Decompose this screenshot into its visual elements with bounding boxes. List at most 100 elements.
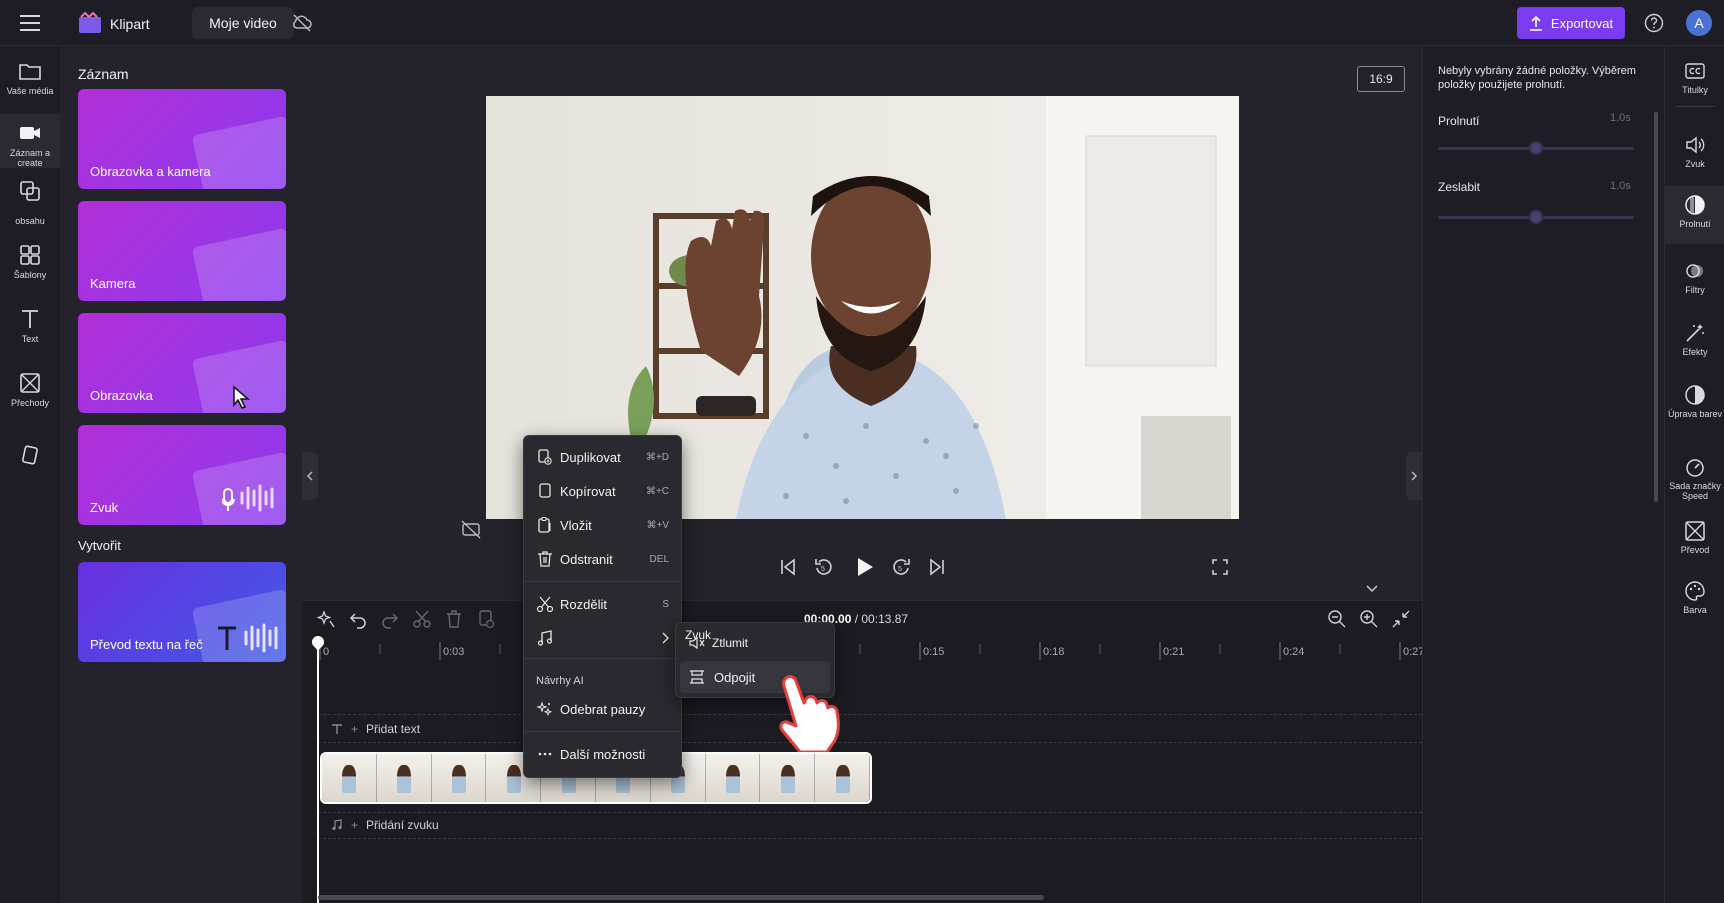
- fullscreen-icon[interactable]: [1209, 556, 1231, 578]
- undo-icon[interactable]: [347, 608, 369, 630]
- clip-thumbnail: [815, 754, 870, 802]
- cloud-offline-icon[interactable]: [291, 13, 313, 33]
- rewind-5s-icon[interactable]: 5: [813, 556, 835, 578]
- palette-icon: [1685, 581, 1705, 601]
- rail-item-filters[interactable]: Filtry: [1665, 260, 1724, 295]
- menu-item-label: Rozdělit: [560, 596, 607, 612]
- menu-item-label: Odstranit: [560, 551, 613, 567]
- nav-item-content-library[interactable]: obsahu: [0, 180, 60, 226]
- nav-item-transitions[interactable]: Přechody: [0, 372, 60, 408]
- properties-scrollbar[interactable]: [1654, 112, 1658, 502]
- clip-thumbnail: [431, 754, 487, 802]
- trash-icon: [538, 551, 552, 567]
- add-text-track[interactable]: + Přidat text: [331, 722, 420, 736]
- card-screen[interactable]: Obrazovka: [78, 313, 286, 413]
- card-audio[interactable]: Zvuk: [78, 425, 286, 525]
- nav-label: Záznam a create: [9, 148, 51, 168]
- folder-icon: [19, 64, 41, 80]
- rail-item-captions[interactable]: Titulky: [1665, 60, 1724, 95]
- zoom-out-icon[interactable]: [1326, 608, 1348, 630]
- fade-out-label: Zeslabit: [1438, 180, 1481, 194]
- card-label: Kamera: [90, 276, 136, 291]
- menu-item-shortcut: ⌘+V: [646, 519, 669, 531]
- nav-item-record-create[interactable]: Záznam a create: [0, 114, 60, 168]
- export-button[interactable]: Exportovat: [1517, 7, 1625, 39]
- copy-icon: [539, 483, 551, 498]
- captions-icon: [1685, 63, 1705, 79]
- nav-item-your-media[interactable]: Vaše média: [0, 60, 60, 96]
- clip-thumbnail: [760, 754, 816, 802]
- cursor-icon: [233, 385, 251, 409]
- redo-icon[interactable]: [379, 608, 401, 630]
- aspect-ratio-button[interactable]: 16:9: [1357, 66, 1405, 92]
- collapse-timeline-icon[interactable]: [1360, 582, 1384, 596]
- fit-timeline-icon[interactable]: [1390, 608, 1412, 630]
- menu-item-shortcut: DEL: [649, 553, 669, 565]
- card-label: Zvuk: [90, 500, 119, 515]
- music-note-icon: [537, 630, 553, 646]
- skip-to-start-icon[interactable]: [777, 556, 799, 578]
- fade-out-slider-thumb[interactable]: [1529, 210, 1543, 224]
- menu-item-copy[interactable]: Kopírovat ⌘+C: [524, 476, 681, 506]
- rail-item-speed[interactable]: Sada značky Speed: [1665, 456, 1724, 501]
- rail-item-color[interactable]: Barva: [1665, 580, 1724, 615]
- rail-label: Titulky: [1682, 85, 1708, 95]
- playhead[interactable]: [317, 638, 319, 903]
- chevron-left-icon: [306, 471, 313, 481]
- fade-in-value: 1.0s: [1610, 112, 1631, 124]
- duplicate-icon: [538, 449, 552, 465]
- nav-item-text[interactable]: Text: [0, 308, 60, 344]
- play-button[interactable]: [852, 555, 876, 579]
- sparkle-icon: [536, 701, 553, 716]
- menu-item-duplicate[interactable]: Duplikovat ⌘+D: [524, 442, 681, 472]
- project-name-field[interactable]: Moje video: [192, 7, 294, 39]
- zoom-in-icon[interactable]: [1358, 608, 1380, 630]
- menu-item-remove-pauses[interactable]: Odebrat pauzy: [524, 694, 681, 724]
- menu-item-more-options[interactable]: Další možnosti: [524, 739, 681, 769]
- rail-item-effects[interactable]: Efekty: [1665, 322, 1724, 357]
- collapse-left-panel-button[interactable]: [302, 452, 318, 500]
- menu-item-shortcut: S: [662, 598, 669, 610]
- cut-icon[interactable]: [411, 608, 433, 630]
- rail-label: Sada značky Speed: [1669, 481, 1721, 501]
- magic-edit-icon[interactable]: [315, 608, 337, 630]
- avatar[interactable]: A: [1686, 10, 1712, 36]
- menu-item-split[interactable]: Rozdělit S: [524, 589, 681, 619]
- timeline-scrollbar[interactable]: [318, 895, 1044, 900]
- hide-preview-icon[interactable]: [460, 518, 482, 540]
- detach-audio-icon: [690, 670, 704, 684]
- library-panel: Záznam Obrazovka a kamera Kamera Obrazov…: [60, 46, 302, 903]
- filters-icon: [1686, 264, 1703, 278]
- menu-item-audio-submenu[interactable]: [524, 623, 681, 653]
- rail-item-transition[interactable]: Převod: [1665, 520, 1724, 555]
- nav-label: Šablony: [13, 270, 47, 280]
- rail-label: Barva: [1683, 605, 1707, 615]
- card-screen-and-camera[interactable]: Obrazovka a kamera: [78, 89, 286, 189]
- timeline-ruler[interactable]: [318, 640, 1422, 662]
- forward-5s-icon[interactable]: 5: [890, 556, 912, 578]
- collapse-right-panel-button[interactable]: [1406, 452, 1422, 500]
- nav-item-templates[interactable]: Šablony: [0, 244, 60, 280]
- card-camera[interactable]: Kamera: [78, 201, 286, 301]
- menu-item-paste[interactable]: Vložit ⌘+V: [524, 510, 681, 540]
- nav-item-brand-kit[interactable]: [0, 444, 60, 466]
- delete-icon[interactable]: [443, 608, 465, 630]
- transition-icon: [1685, 521, 1705, 541]
- hand-pointer-icon: [772, 672, 850, 752]
- help-icon[interactable]: [1644, 13, 1664, 33]
- menu-item-delete[interactable]: Odstranit DEL: [524, 544, 681, 574]
- skip-to-end-icon[interactable]: [926, 556, 948, 578]
- add-audio-track[interactable]: + Přidání zvuku: [331, 818, 439, 832]
- rail-item-color-adjust[interactable]: Úprava barev: [1665, 384, 1724, 419]
- rail-item-audio[interactable]: Zvuk: [1665, 134, 1724, 169]
- nav-label: Přechody: [10, 398, 50, 408]
- content-library-icon: [20, 181, 40, 201]
- rail-label: Filtry: [1685, 285, 1705, 295]
- clip-thumbnail: [705, 754, 761, 802]
- hamburger-menu-icon[interactable]: [18, 12, 42, 34]
- duplicate-icon[interactable]: [475, 608, 497, 630]
- rail-item-fade[interactable]: Prolnutí: [1665, 186, 1724, 244]
- fade-in-slider-thumb[interactable]: [1529, 141, 1543, 155]
- context-menu: Duplikovat ⌘+D Kopírovat ⌘+C Vložit ⌘+V …: [523, 435, 682, 778]
- card-text-to-speech[interactable]: Převod textu na řeč: [78, 562, 286, 662]
